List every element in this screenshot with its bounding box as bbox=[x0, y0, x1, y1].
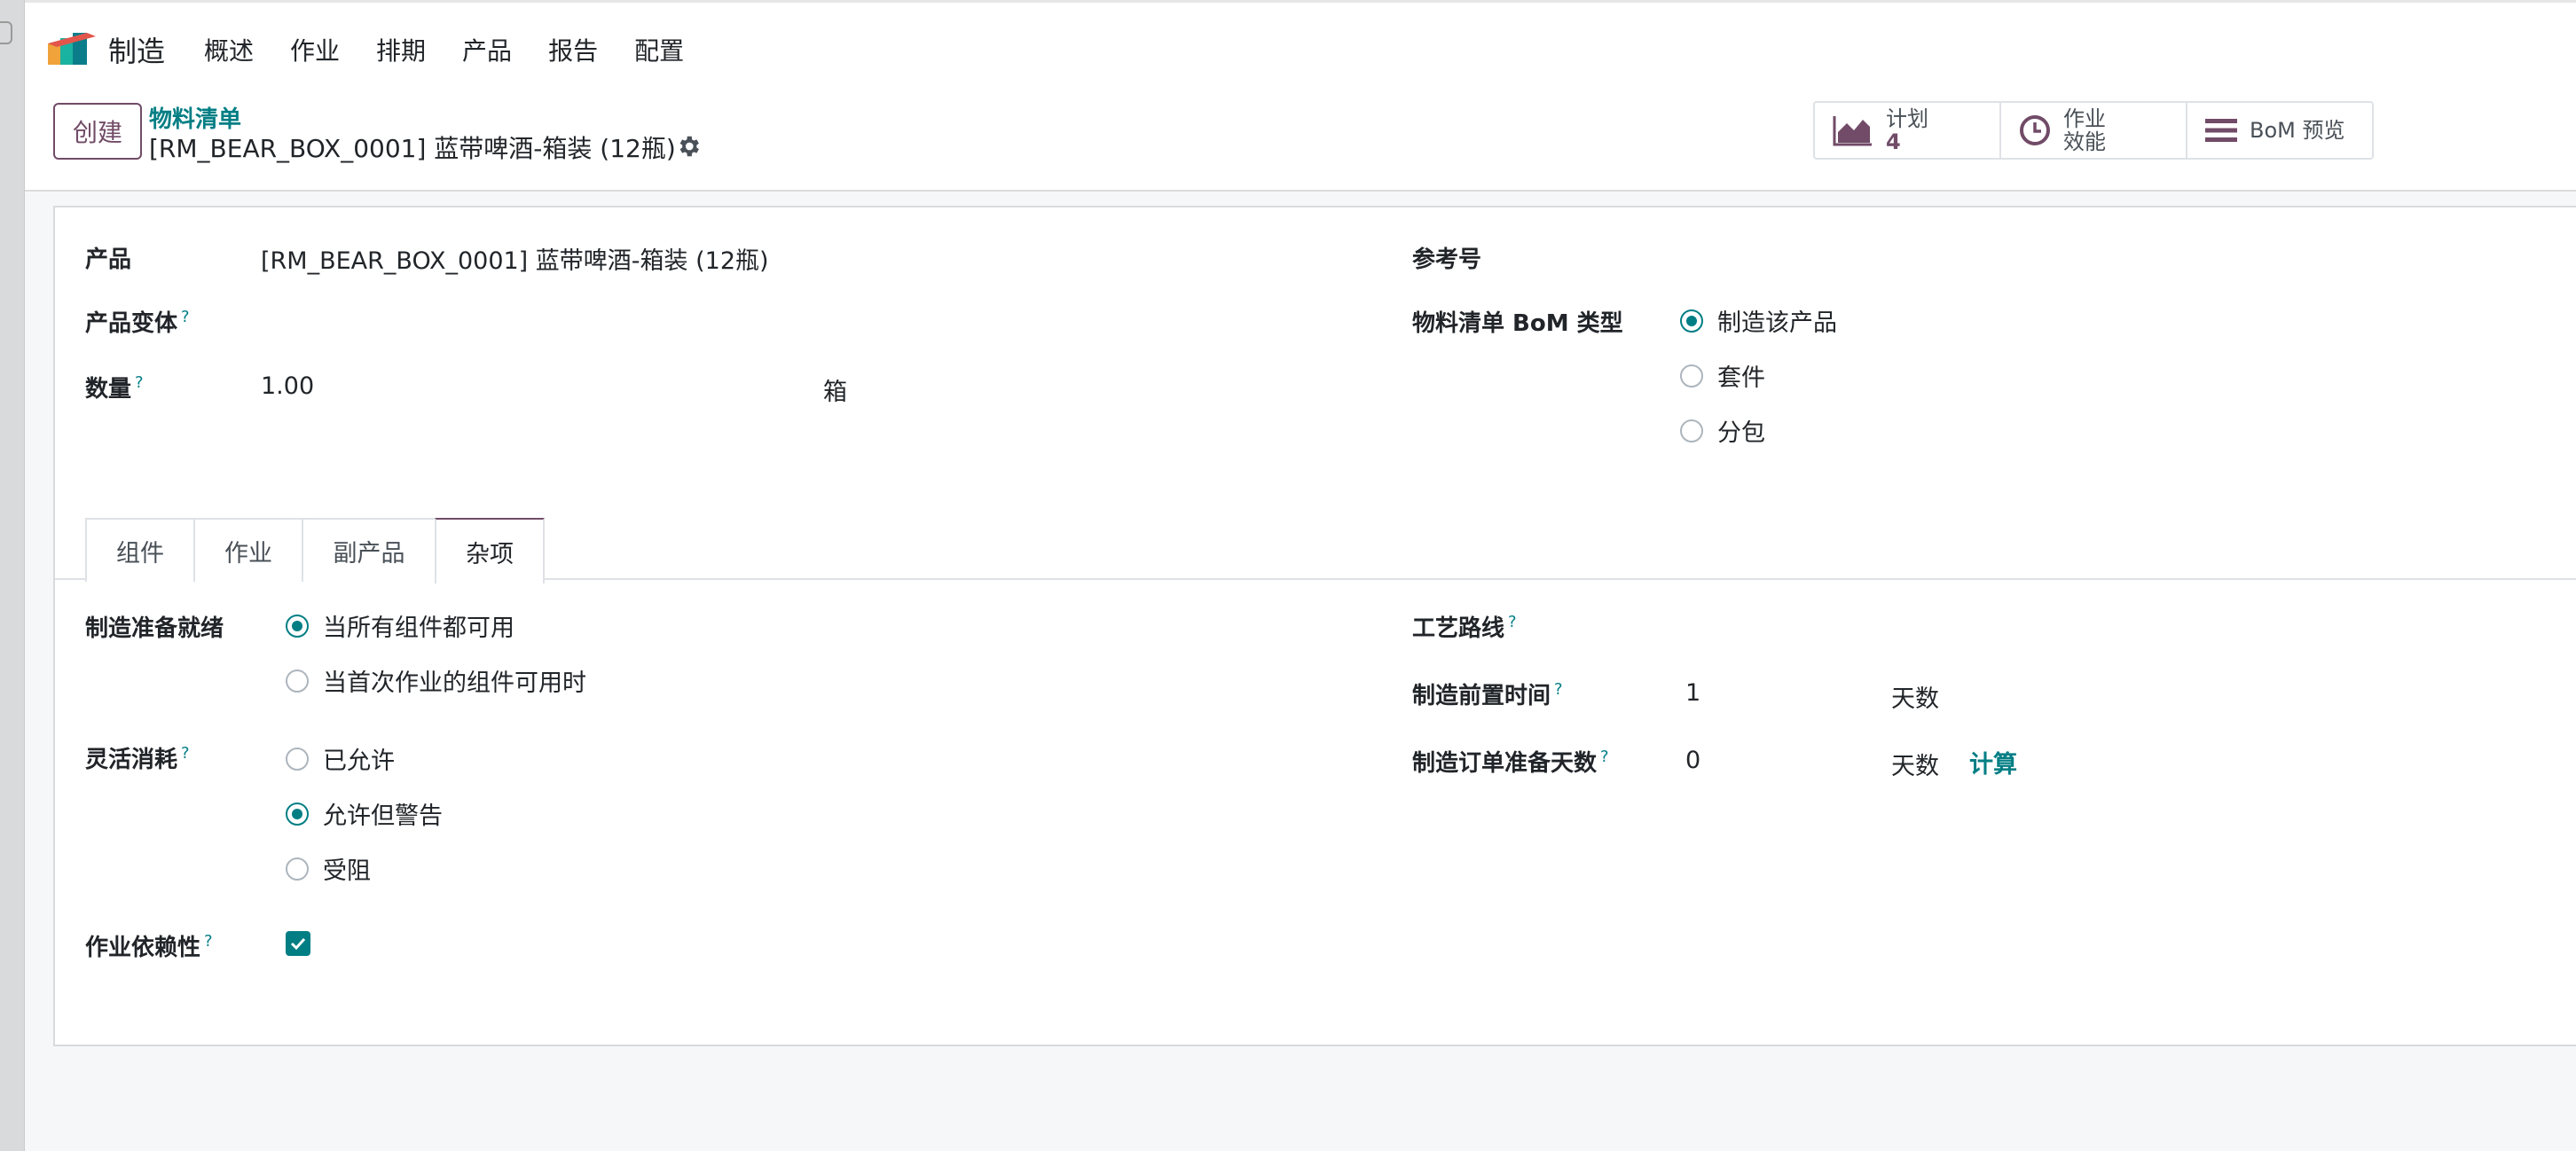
flex-blocked-option[interactable]: 受阻 bbox=[286, 851, 371, 886]
help-icon[interactable]: ? bbox=[181, 744, 190, 763]
flex-allowed-option[interactable]: 已允许 bbox=[286, 741, 395, 776]
variant-label: 产品变体? bbox=[85, 305, 190, 338]
create-button[interactable]: 创建 bbox=[53, 103, 142, 160]
routing-text: 工艺路线 bbox=[1412, 615, 1505, 642]
radio-unselected[interactable] bbox=[286, 857, 309, 881]
operation-dependencies-label: 作业依赖性? bbox=[85, 929, 213, 962]
gear-icon[interactable] bbox=[675, 133, 702, 160]
lead-time-text: 制造前置时间 bbox=[1412, 683, 1551, 709]
radio-unselected[interactable] bbox=[1680, 419, 1703, 442]
radio-unselected[interactable] bbox=[286, 747, 309, 771]
lead-time-field[interactable]: 1 bbox=[1685, 679, 1700, 707]
days-to-prepare-unit: 天数 bbox=[1891, 753, 1939, 780]
variant-label-text: 产品变体 bbox=[85, 310, 178, 337]
app-name[interactable]: 制造 bbox=[108, 29, 165, 70]
operation-dependencies-checkbox[interactable] bbox=[286, 931, 310, 956]
app-window: 制造 概述 作业 排期 产品 报告 配置 创建 物料清单 [RM_BEAR_BO… bbox=[25, 0, 2576, 1151]
top-navbar: 制造 概述 作业 排期 产品 报告 配置 bbox=[25, 0, 2576, 92]
bom-type-label: 物料清单 BoM 类型 bbox=[1412, 310, 1623, 337]
smart-buttons: 计划 4 作业 效能 BoM 预览 bbox=[1813, 101, 2374, 160]
tab-byproducts[interactable]: 副产品 bbox=[302, 518, 436, 582]
efficiency-smart-button[interactable]: 作业 效能 bbox=[2001, 103, 2187, 158]
lead-time-label: 制造前置时间? bbox=[1412, 677, 1563, 710]
home-icon bbox=[0, 21, 12, 44]
radio-unselected[interactable] bbox=[1680, 364, 1703, 388]
product-label: 产品 bbox=[85, 247, 132, 273]
radio-selected[interactable] bbox=[1680, 309, 1703, 333]
quantity-field[interactable]: 1.00 bbox=[261, 372, 314, 400]
bom-preview-label: BoM 预览 bbox=[2250, 118, 2345, 143]
days-to-prepare-text: 制造订单准备天数 bbox=[1412, 750, 1598, 777]
flexible-consumption-text: 灵活消耗 bbox=[85, 747, 178, 773]
efficiency-label-line2: 效能 bbox=[2063, 129, 2106, 154]
planning-count: 4 bbox=[1886, 129, 1901, 154]
bom-type-subcontract-text: 分包 bbox=[1717, 419, 1765, 447]
menu-products[interactable]: 产品 bbox=[462, 32, 512, 67]
menu-planning[interactable]: 排期 bbox=[376, 32, 426, 67]
bom-type-manufacture-text: 制造该产品 bbox=[1717, 309, 1837, 337]
planning-smart-button[interactable]: 计划 4 bbox=[1815, 103, 2001, 158]
days-to-prepare-label: 制造订单准备天数? bbox=[1412, 745, 1609, 778]
menu-operations[interactable]: 作业 bbox=[290, 32, 340, 67]
reference-label: 参考号 bbox=[1412, 247, 1482, 273]
help-icon[interactable]: ? bbox=[1554, 680, 1563, 699]
quantity-label: 数量? bbox=[85, 371, 144, 403]
bom-type-kit-text: 套件 bbox=[1717, 364, 1765, 392]
flex-allowed-text: 已允许 bbox=[323, 748, 395, 775]
main-menu: 概述 作业 排期 产品 报告 配置 bbox=[204, 32, 720, 67]
clock-icon bbox=[2020, 115, 2050, 145]
efficiency-label-line1: 作业 bbox=[2063, 106, 2106, 131]
quantity-label-text: 数量 bbox=[85, 376, 132, 403]
ready-to-produce-label: 制造准备就绪 bbox=[85, 615, 224, 642]
help-icon[interactable]: ? bbox=[181, 308, 190, 326]
days-to-prepare-field[interactable]: 0 bbox=[1685, 747, 1700, 774]
manufacturing-logo-icon[interactable] bbox=[48, 31, 96, 65]
uom-field[interactable]: 箱 bbox=[823, 372, 847, 407]
tab-components[interactable]: 组件 bbox=[85, 518, 195, 582]
bars-icon bbox=[2205, 119, 2237, 142]
menu-overview[interactable]: 概述 bbox=[204, 32, 254, 67]
check-icon bbox=[290, 937, 306, 951]
notebook-tabs: 组件 作业 副产品 杂项 bbox=[55, 507, 2576, 583]
tab-miscellaneous[interactable]: 杂项 bbox=[435, 518, 545, 583]
flex-blocked-text: 受阻 bbox=[323, 857, 371, 885]
lead-time-unit: 天数 bbox=[1891, 685, 1939, 713]
planning-label: 计划 bbox=[1886, 106, 1928, 131]
help-icon[interactable]: ? bbox=[1508, 613, 1517, 631]
radio-unselected[interactable] bbox=[286, 669, 309, 693]
ready-all-components-text: 当所有组件都可用 bbox=[323, 615, 514, 642]
ready-first-operation-option[interactable]: 当首次作业的组件可用时 bbox=[286, 663, 586, 698]
bom-preview-smart-button[interactable]: BoM 预览 bbox=[2187, 103, 2372, 158]
record-title: [RM_BEAR_BOX_0001] 蓝带啤酒-箱装 (12瓶) bbox=[149, 134, 676, 163]
help-icon[interactable]: ? bbox=[204, 932, 213, 951]
flexible-consumption-label: 灵活消耗? bbox=[85, 741, 190, 774]
ready-all-components-option[interactable]: 当所有组件都可用 bbox=[286, 608, 514, 643]
background-window-strip bbox=[0, 0, 25, 1151]
radio-selected[interactable] bbox=[286, 802, 309, 826]
tab-operations[interactable]: 作业 bbox=[193, 518, 303, 582]
routing-label: 工艺路线? bbox=[1412, 610, 1517, 643]
control-panel: 创建 物料清单 [RM_BEAR_BOX_0001] 蓝带啤酒-箱装 (12瓶)… bbox=[25, 92, 2576, 192]
help-icon[interactable]: ? bbox=[135, 373, 144, 392]
menu-reporting[interactable]: 报告 bbox=[548, 32, 598, 67]
ready-first-operation-text: 当首次作业的组件可用时 bbox=[323, 669, 586, 697]
compute-button[interactable]: 计算 bbox=[1969, 745, 2017, 779]
product-field[interactable]: [RM_BEAR_BOX_0001] 蓝带啤酒-箱装 (12瓶) bbox=[261, 241, 769, 276]
help-icon[interactable]: ? bbox=[1600, 748, 1609, 766]
bom-type-subcontract-option[interactable]: 分包 bbox=[1680, 413, 1765, 448]
operation-dependencies-text: 作业依赖性 bbox=[85, 935, 201, 961]
flex-warning-text: 允许但警告 bbox=[323, 803, 443, 830]
bom-type-manufacture-option[interactable]: 制造该产品 bbox=[1680, 303, 1837, 338]
form-sheet: 产品 [RM_BEAR_BOX_0001] 蓝带啤酒-箱装 (12瓶) 产品变体… bbox=[53, 206, 2576, 1046]
menu-configuration[interactable]: 配置 bbox=[634, 32, 684, 67]
radio-selected[interactable] bbox=[286, 614, 309, 638]
area-chart-icon bbox=[1833, 116, 1872, 146]
flex-warning-option[interactable]: 允许但警告 bbox=[286, 796, 443, 831]
bom-type-kit-option[interactable]: 套件 bbox=[1680, 358, 1765, 393]
